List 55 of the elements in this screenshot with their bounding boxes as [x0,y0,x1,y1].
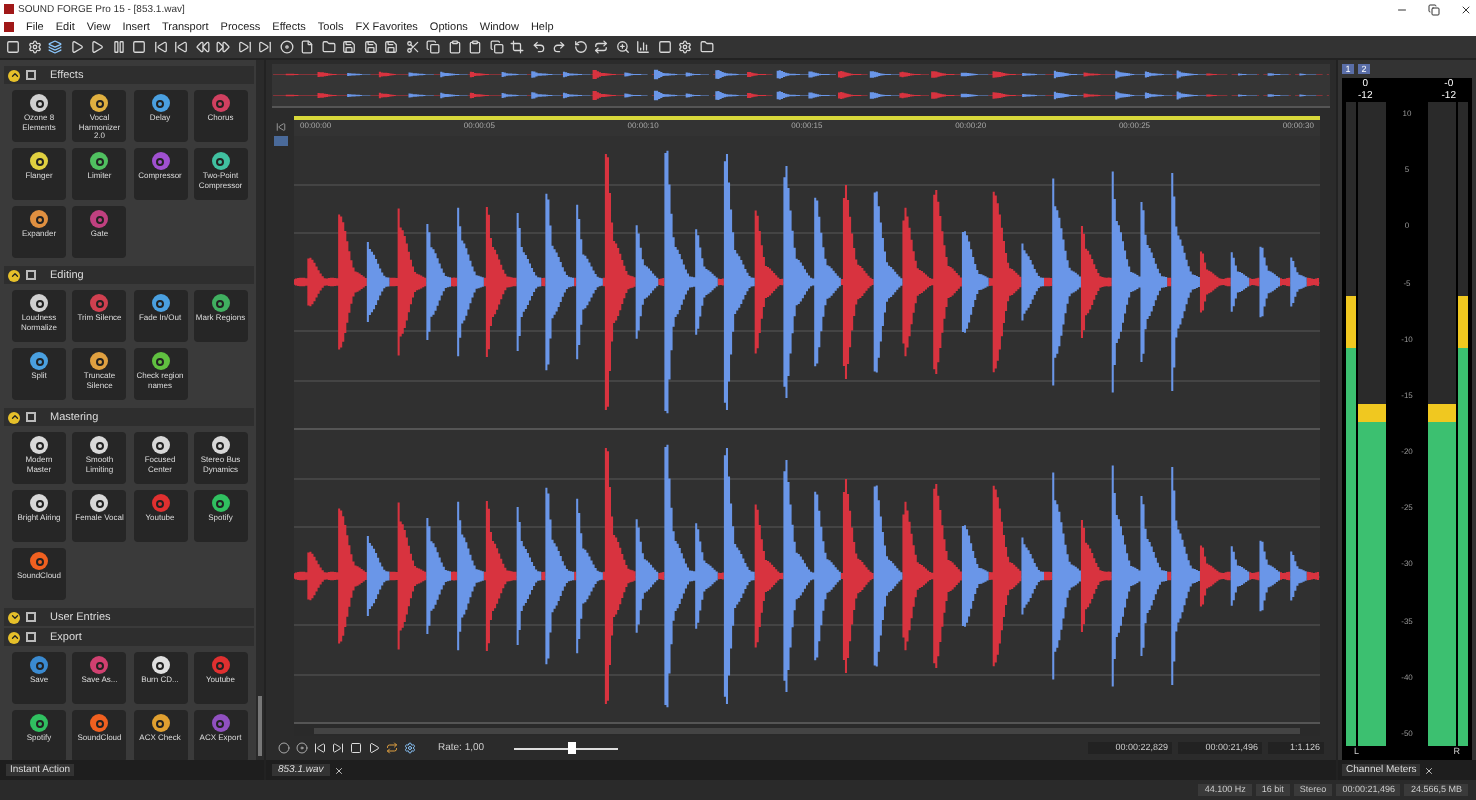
loop-icon[interactable] [386,742,398,754]
copy-icon[interactable] [489,40,503,54]
settings-icon[interactable] [27,40,41,54]
pause-icon[interactable] [111,40,125,54]
list-icon [26,70,36,80]
restore-icon[interactable] [1428,3,1440,15]
document-icon [4,22,14,32]
redo-icon[interactable] [552,40,566,54]
app-logo-icon [4,4,14,14]
chevron-up-icon[interactable] [8,411,20,423]
play-icon[interactable] [368,742,380,754]
minimize-icon[interactable] [1396,3,1408,15]
skip-back-icon[interactable] [174,40,188,54]
square-icon[interactable] [657,40,671,54]
new-file-icon[interactable] [300,40,314,54]
chevron-down-icon[interactable] [8,611,20,623]
stop-icon[interactable] [350,742,362,754]
list-icon [26,270,36,280]
chevron-up-icon[interactable] [8,631,20,643]
paste-icon[interactable] [447,40,461,54]
rate-slider[interactable] [514,742,619,754]
loop-icon[interactable] [594,40,608,54]
slider-thumb[interactable] [567,742,576,754]
undo-icon[interactable] [531,40,545,54]
skip-forward-icon[interactable] [237,40,251,54]
rotate-icon[interactable] [573,40,587,54]
save-icon[interactable] [363,40,377,54]
bar-chart-icon[interactable] [636,40,650,54]
list-icon [26,412,36,422]
chevron-up-icon[interactable] [8,269,20,281]
save-icon[interactable] [342,40,356,54]
skip-back-icon[interactable] [153,40,167,54]
crop-icon[interactable] [510,40,524,54]
close-icon[interactable] [1460,3,1472,15]
rewind-icon[interactable] [195,40,209,54]
record-icon[interactable] [296,742,308,754]
skip-forward-icon[interactable] [332,742,344,754]
skip-forward-icon[interactable] [258,40,272,54]
settings-icon[interactable] [404,742,416,754]
fast-forward-icon[interactable] [216,40,230,54]
save-icon[interactable] [384,40,398,54]
paste-icon[interactable] [468,40,482,54]
folder-icon[interactable] [321,40,335,54]
settings-icon[interactable] [678,40,692,54]
stop-icon[interactable] [132,40,146,54]
channel-button[interactable] [273,136,287,146]
overview-waveform[interactable] [272,64,1330,106]
record-icon[interactable] [279,40,293,54]
copy-icon[interactable] [426,40,440,54]
zoom-icon[interactable] [615,40,629,54]
cut-icon[interactable] [405,40,419,54]
folder-icon[interactable] [699,40,713,54]
chevron-up-icon[interactable] [8,69,20,81]
layers-icon[interactable] [48,40,62,54]
circle-icon[interactable] [278,742,290,754]
